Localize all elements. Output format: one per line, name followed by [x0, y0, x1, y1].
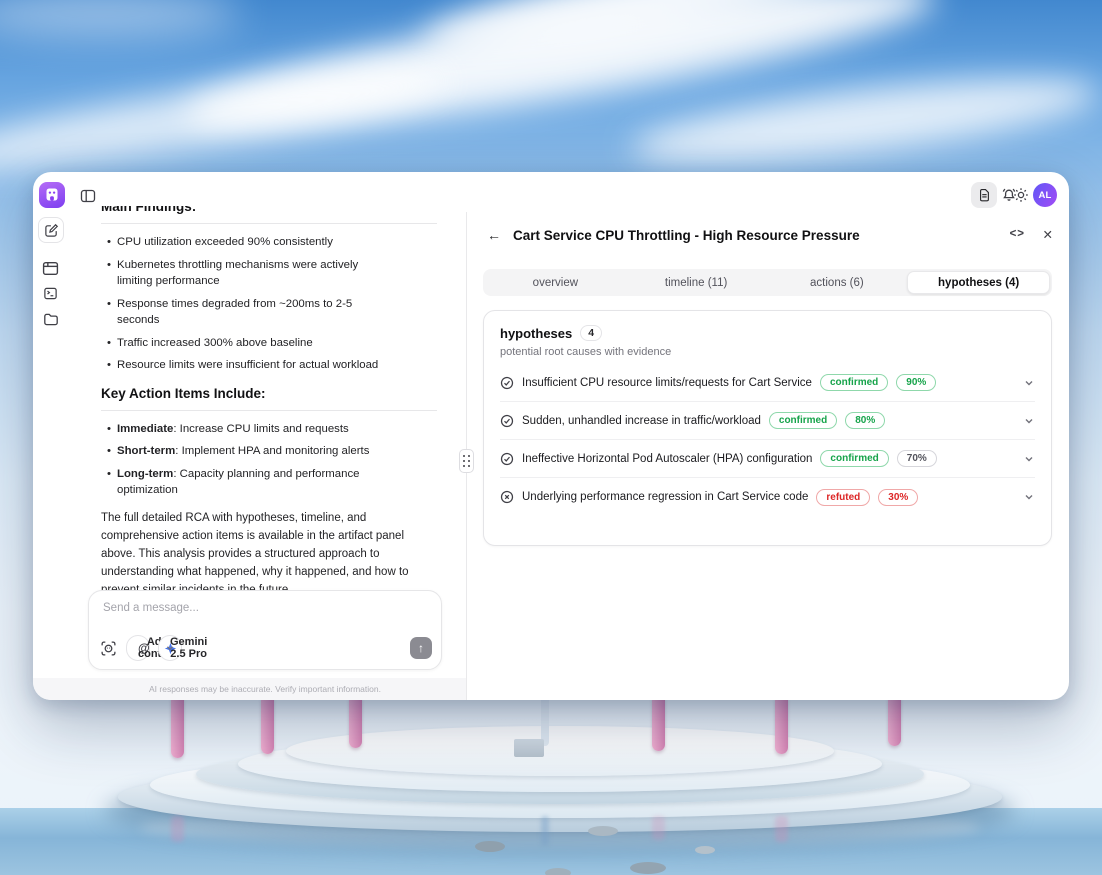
- bullet-icon: •: [101, 443, 117, 460]
- divider-rule: [101, 410, 437, 411]
- bullet-icon: •: [101, 357, 117, 374]
- action-item: •Short-term: Implement HPA and monitorin…: [101, 443, 393, 460]
- tab-actions-6[interactable]: actions (6): [767, 271, 908, 294]
- action-text: Immediate: Increase CPU limits and reque…: [117, 421, 349, 438]
- finding-item: •Kubernetes throttling mechanisms were a…: [101, 257, 393, 290]
- folder-icon[interactable]: [42, 310, 59, 327]
- findings-list: •CPU utilization exceeded 90% consistent…: [101, 234, 437, 374]
- hypothesis-text: Underlying performance regression in Car…: [522, 491, 808, 503]
- chat-transcript[interactable]: Main Findings: •CPU utilization exceeded…: [101, 206, 437, 590]
- bullet-icon: •: [101, 296, 117, 329]
- screenshot-scan-icon[interactable]: [98, 638, 118, 658]
- pink-pillar: [349, 694, 362, 748]
- back-arrow-icon[interactable]: ←: [487, 227, 501, 243]
- code-view-icon[interactable]: <>: [1010, 228, 1025, 240]
- app-logo-icon[interactable]: [39, 182, 65, 208]
- chevron-down-icon[interactable]: [1023, 377, 1035, 389]
- action-text: Long-term: Capacity planning and perform…: [117, 466, 393, 499]
- pink-pillar: [171, 694, 184, 758]
- count-badge: 4: [580, 325, 602, 341]
- hypothesis-text: Insufficient CPU resource limits/request…: [522, 377, 812, 389]
- chevron-down-icon[interactable]: [1023, 415, 1035, 427]
- ai-disclaimer: AI responses may be inaccurate. Verify i…: [63, 684, 467, 694]
- check-circle-icon: [500, 414, 514, 428]
- new-chat-compose-icon[interactable]: [38, 217, 64, 243]
- action-text: Short-term: Implement HPA and monitoring…: [117, 443, 369, 460]
- card-title: hypotheses: [500, 326, 572, 341]
- x-circle-icon: [500, 490, 514, 504]
- findings-heading: Main Findings:: [101, 206, 437, 214]
- browser-window-icon[interactable]: [42, 260, 59, 277]
- chevron-down-icon[interactable]: [1023, 491, 1035, 503]
- confidence-badge: 90%: [896, 374, 936, 391]
- finding-text: Kubernetes throttling mechanisms were ac…: [117, 257, 393, 290]
- terminal-icon[interactable]: [42, 285, 59, 302]
- confidence-badge: 80%: [845, 412, 885, 429]
- check-circle-icon: [500, 376, 514, 390]
- bullet-icon: •: [101, 335, 117, 352]
- check-circle-icon: [500, 452, 514, 466]
- card-subtitle: potential root causes with evidence: [500, 346, 1035, 358]
- action-item: •Long-term: Capacity planning and perfor…: [101, 466, 393, 499]
- hypothesis-row[interactable]: Insufficient CPU resource limits/request…: [500, 364, 1035, 402]
- avatar[interactable]: AL: [1033, 183, 1057, 207]
- finding-text: Resource limits were insufficient for ac…: [117, 357, 378, 374]
- close-icon[interactable]: ✕: [1043, 227, 1053, 242]
- finding-text: CPU utilization exceeded 90% consistentl…: [117, 234, 333, 251]
- model-selector[interactable]: Gemini 2.5 Pro: [158, 635, 182, 661]
- pink-pillar: [652, 694, 665, 751]
- hypothesis-row[interactable]: Ineffective Horizontal Pod Autoscaler (H…: [500, 440, 1035, 478]
- summary-paragraph: The full detailed RCA with hypotheses, t…: [101, 509, 437, 590]
- tab-overview[interactable]: overview: [485, 271, 626, 294]
- artifact-tabs: overviewtimeline (11)actions (6)hypothes…: [483, 269, 1052, 296]
- action-item: •Immediate: Increase CPU limits and requ…: [101, 421, 393, 438]
- bullet-icon: •: [101, 421, 117, 438]
- app-window: AL Main Findings: •CPU utilization excee…: [33, 172, 1069, 700]
- gray-cube: [514, 739, 544, 757]
- artifact-title: Cart Service CPU Throttling - High Resou…: [513, 228, 860, 243]
- finding-text: Traffic increased 300% above baseline: [117, 335, 313, 352]
- message-composer[interactable]: Send a message... @ Add context Gemini 2…: [88, 590, 442, 670]
- divider-rule: [101, 223, 437, 224]
- confidence-badge: 70%: [897, 450, 937, 467]
- cloud: [628, 62, 1102, 181]
- hypothesis-text: Sudden, unhandled increase in traffic/wo…: [522, 415, 761, 427]
- hypotheses-list: Insufficient CPU resource limits/request…: [500, 364, 1035, 516]
- actions-heading: Key Action Items Include:: [101, 386, 437, 401]
- artifact-panel: ← Cart Service CPU Throttling - High Res…: [467, 212, 1069, 700]
- cloud: [0, 0, 240, 36]
- artifact-document-button[interactable]: [971, 182, 997, 208]
- actions-list: •Immediate: Increase CPU limits and requ…: [101, 421, 437, 499]
- tab-timeline-11[interactable]: timeline (11): [626, 271, 767, 294]
- finding-item: •Traffic increased 300% above baseline: [101, 335, 393, 352]
- finding-item: •Response times degraded from ~200ms to …: [101, 296, 393, 329]
- status-badge: confirmed: [769, 412, 837, 429]
- status-badge: refuted: [816, 489, 870, 506]
- add-context-button[interactable]: @ Add context: [126, 635, 150, 661]
- hypothesis-row[interactable]: Sudden, unhandled increase in traffic/wo…: [500, 402, 1035, 440]
- finding-item: •Resource limits were insufficient for a…: [101, 357, 393, 374]
- bullet-icon: •: [101, 257, 117, 290]
- finding-text: Response times degraded from ~200ms to 2…: [117, 296, 393, 329]
- message-input[interactable]: Send a message...: [103, 602, 199, 614]
- pink-pillar: [888, 694, 901, 746]
- status-badge: confirmed: [820, 374, 888, 391]
- desktop: AL Main Findings: •CPU utilization excee…: [0, 0, 1102, 875]
- status-badge: confirmed: [820, 450, 888, 467]
- hypothesis-text: Ineffective Horizontal Pod Autoscaler (H…: [522, 453, 812, 465]
- hypotheses-card: hypotheses 4 potential root causes with …: [483, 310, 1052, 546]
- chevron-down-icon[interactable]: [1023, 453, 1035, 465]
- platform-disc: [286, 726, 834, 776]
- pink-pillar: [775, 694, 788, 754]
- send-button[interactable]: ↑: [410, 637, 432, 659]
- sidebar-toggle-icon[interactable]: [80, 188, 96, 204]
- tab-hypotheses-4[interactable]: hypotheses (4): [907, 271, 1050, 294]
- confidence-badge: 30%: [878, 489, 918, 506]
- model-label: Gemini 2.5 Pro: [170, 636, 207, 660]
- hypothesis-row[interactable]: Underlying performance regression in Car…: [500, 478, 1035, 516]
- pink-pillar: [261, 694, 274, 754]
- bullet-icon: •: [101, 466, 117, 499]
- finding-item: •CPU utilization exceeded 90% consistent…: [101, 234, 393, 251]
- bullet-icon: •: [101, 234, 117, 251]
